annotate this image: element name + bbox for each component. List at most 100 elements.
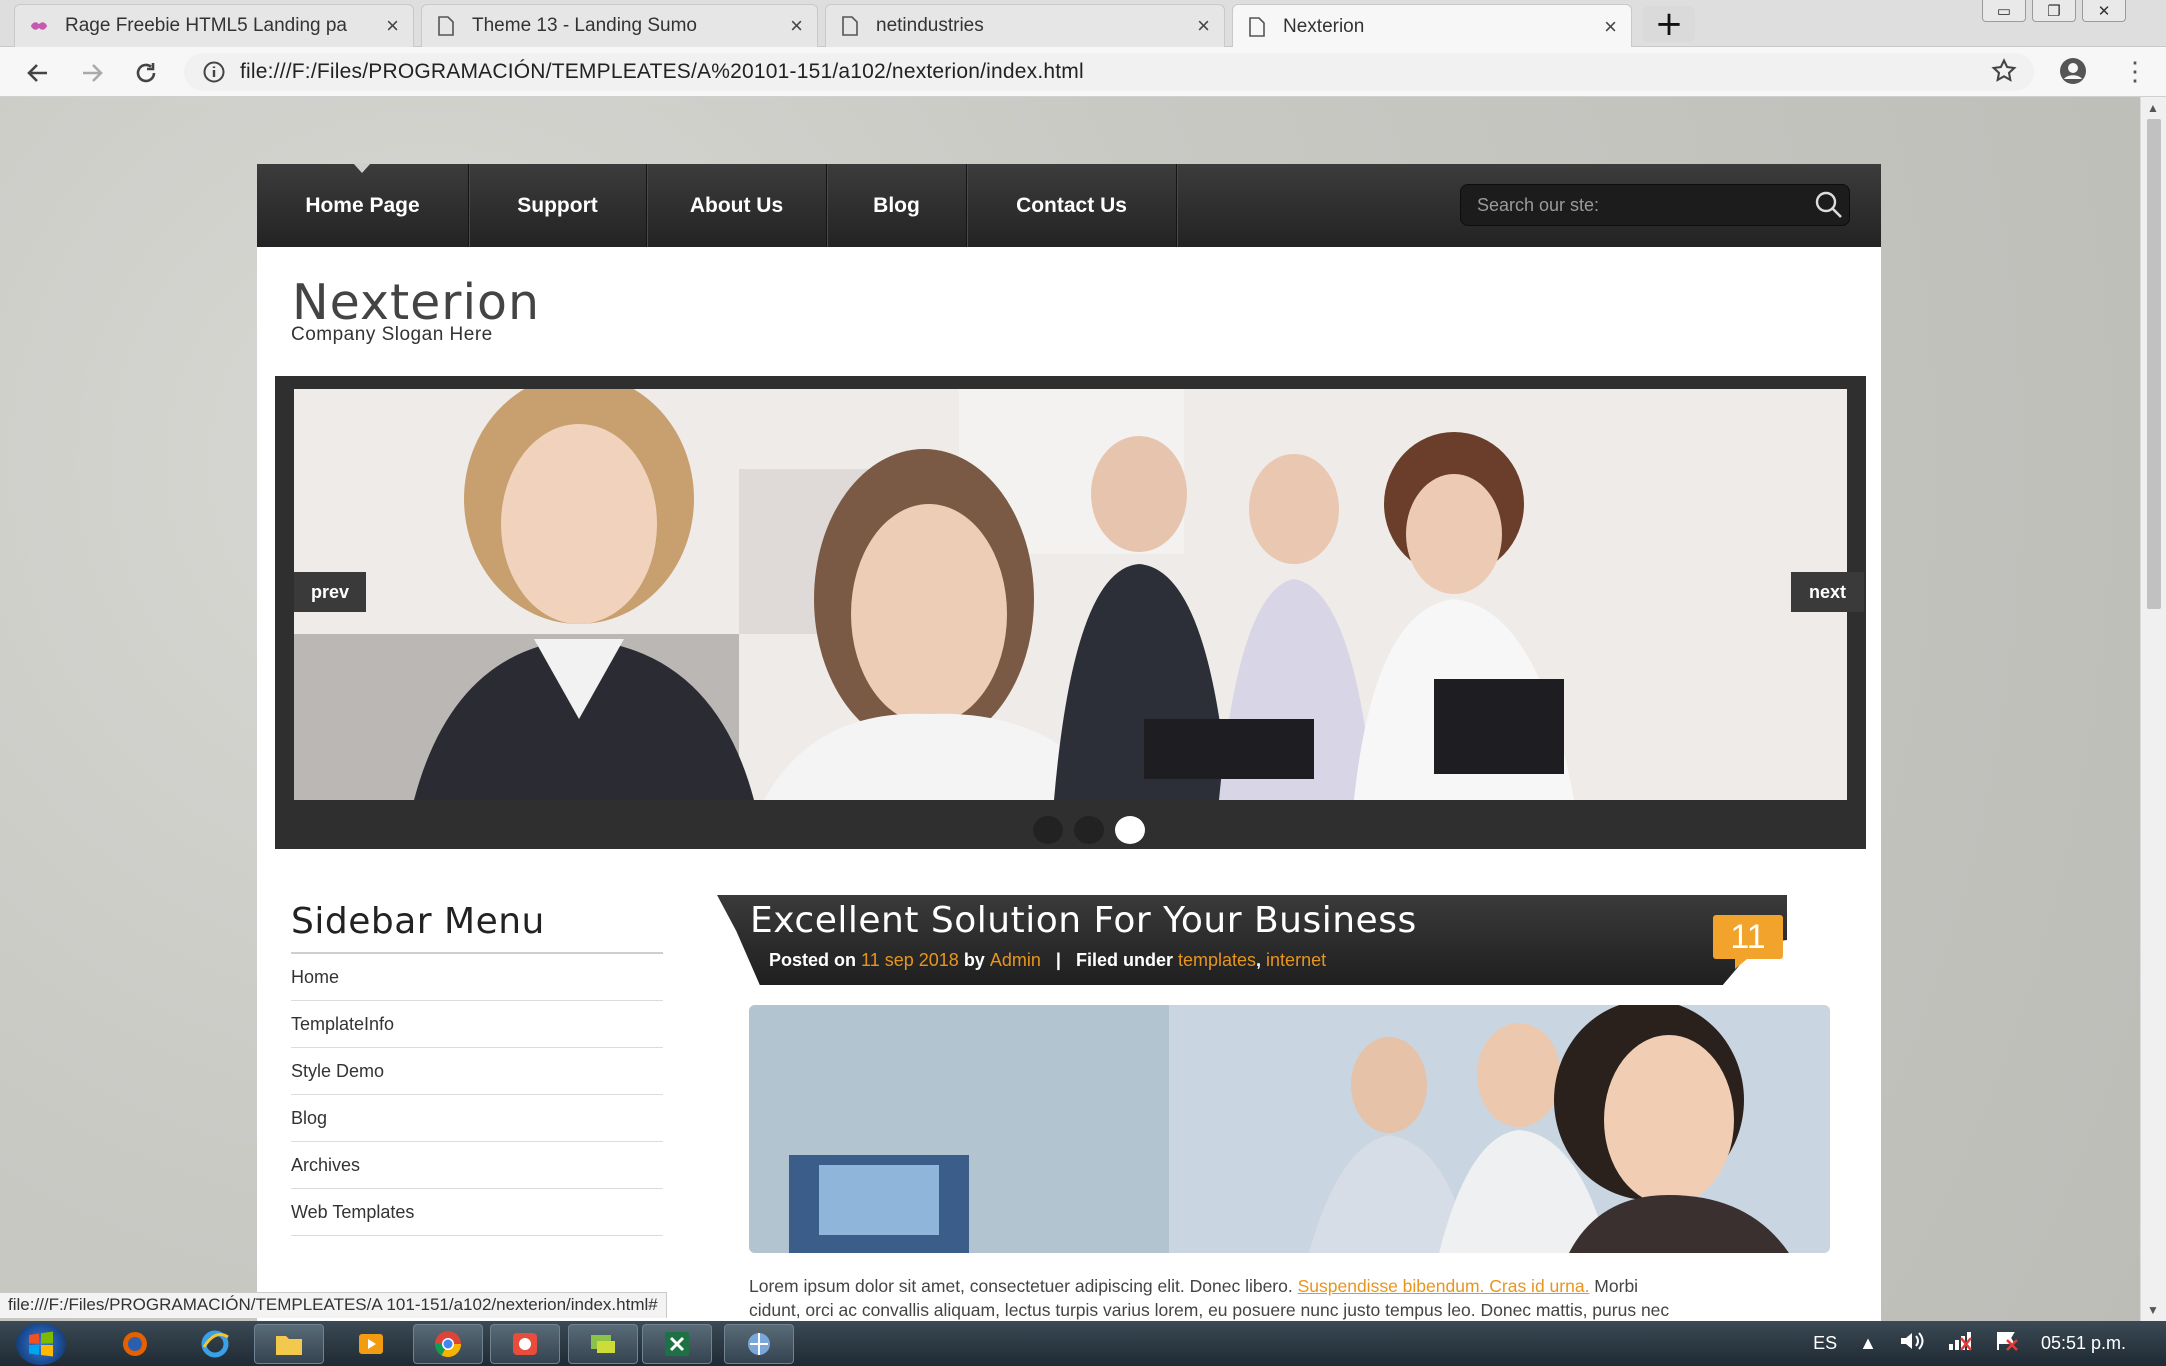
post-body-line: Lorem ipsum dolor sit amet, consectetuer… [749,1274,1839,1298]
scroll-up-icon[interactable]: ▲ [2147,101,2159,115]
windows-taskbar: ES ▲ 05:51 p.m. [0,1321,2166,1366]
post-excerpt: Lorem ipsum dolor sit amet, consectetuer… [749,1274,1839,1321]
tab-title: Rage Freebie HTML5 Landing pa [65,15,348,36]
minimize-button[interactable]: ▭ [1982,0,2026,22]
taskbar-excel-icon[interactable] [642,1324,712,1364]
network-signal-icon[interactable] [1947,1330,1973,1357]
status-url-bubble: file:///F:/Files/PROGRAMACIÓN/TEMPLEATES… [0,1292,667,1318]
comment-count-badge[interactable]: 11 [1713,915,1783,969]
bookmark-star-icon[interactable] [1990,57,2018,90]
forward-arrow-icon [83,64,103,82]
category-link[interactable]: internet [1266,950,1326,970]
slider-prev-button[interactable]: prev [294,572,366,612]
system-clock[interactable]: 05:51 p.m. [2041,1333,2126,1354]
start-button[interactable] [16,1323,66,1365]
image-slider: prev next [275,376,1866,849]
category-comma: , [1256,950,1267,970]
post-meta: Posted on 11 sep 2018 by Admin | Filed u… [769,950,1326,971]
page-viewport: Home Page Support About Us Blog Contact … [0,97,2140,1321]
url-field[interactable]: file:///F:/Files/PROGRAMACIÓN/TEMPLEATES… [184,53,2034,91]
back-button[interactable] [20,55,56,91]
site-container: Home Page Support About Us Blog Contact … [257,163,1881,1321]
page-icon [840,15,860,37]
post-header: Excellent Solution For Your Business Pos… [717,895,1787,985]
info-icon[interactable] [202,60,226,84]
slide-photo-business-team [294,389,1847,800]
tray-expand-icon[interactable]: ▲ [1859,1333,1877,1354]
tab-title: Nexterion [1283,15,1365,37]
language-indicator[interactable]: ES [1813,1333,1837,1354]
nav-support[interactable]: Support [469,164,647,247]
meta-separator: | [1045,950,1071,970]
site-brand-logo[interactable]: Nexterion [292,274,540,331]
nav-blog[interactable]: Blog [827,164,967,247]
new-tab-button[interactable]: + [1643,4,1695,44]
taskbar-messenger-icon[interactable] [568,1324,638,1364]
nav-home-page[interactable]: Home Page [257,164,469,247]
browser-tab-bar: Rage Freebie HTML5 Landing pa × Theme 13… [0,0,2166,48]
page-scrollbar[interactable]: ▲ ▼ [2140,97,2166,1321]
site-slogan: Company Slogan Here [291,324,493,345]
close-window-button[interactable]: ✕ [2082,0,2126,22]
post-featured-image [749,1005,1830,1253]
scrollbar-thumb[interactable] [2147,119,2161,609]
sidebar-item-home[interactable]: Home [291,954,663,1001]
window-controls: ▭ ❐ ✕ [1982,0,2126,22]
browser-menu-icon[interactable]: ⋮ [2122,56,2148,87]
back-arrow-icon [27,64,47,82]
browser-tab[interactable]: netindustries × [825,4,1225,47]
slider-dot[interactable] [1074,816,1104,844]
nav-contact-us[interactable]: Contact Us [967,164,1177,247]
address-bar: file:///F:/Files/PROGRAMACIÓN/TEMPLEATES… [0,47,2166,97]
page-icon [436,15,456,37]
posted-on-label: Posted on [769,950,857,970]
search-icon[interactable] [1809,190,1849,220]
taskbar-firefox-icon[interactable] [100,1324,170,1364]
slider-dot-active[interactable] [1115,816,1145,844]
search-placeholder: Search our ste: [1477,194,1600,215]
browser-tab-active[interactable]: Nexterion × [1232,4,1632,48]
slider-next-button[interactable]: next [1791,572,1864,612]
action-center-flag-icon[interactable] [1995,1330,2019,1357]
by-label: by [963,950,985,970]
forward-button[interactable] [74,55,110,91]
close-tab-icon[interactable]: × [386,13,399,39]
account-icon[interactable] [2058,56,2088,91]
sidebar: Sidebar Menu Home TemplateInfo Style Dem… [291,901,663,1236]
post-date-link[interactable]: 11 sep 2018 [861,950,959,970]
category-link[interactable]: templates [1178,950,1256,970]
sidebar-title: Sidebar Menu [291,901,663,954]
system-tray: ES ▲ 05:51 p.m. [1813,1321,2166,1366]
sidebar-item-web-templates[interactable]: Web Templates [291,1189,663,1236]
volume-icon[interactable] [1899,1330,1925,1357]
post-body-link[interactable]: Suspendisse bibendum. Cras id urna. [1298,1276,1590,1296]
taskbar-recorder-icon[interactable] [490,1324,560,1364]
scroll-down-icon[interactable]: ▼ [2147,1303,2159,1317]
taskbar-explorer-icon[interactable] [254,1324,324,1364]
browser-tab[interactable]: Theme 13 - Landing Sumo × [421,4,818,47]
browser-tab[interactable]: Rage Freebie HTML5 Landing pa × [14,4,414,47]
site-search-field[interactable]: Search our ste: [1460,184,1850,226]
tab-title: netindustries [876,15,984,36]
close-tab-icon[interactable]: × [1197,13,1210,39]
sidebar-item-archives[interactable]: Archives [291,1142,663,1189]
sidebar-item-templateinfo[interactable]: TemplateInfo [291,1001,663,1048]
post-title[interactable]: Excellent Solution For Your Business [750,900,1417,941]
taskbar-media-player-icon[interactable] [336,1324,406,1364]
page-icon [1247,16,1267,38]
nav-about-us[interactable]: About Us [647,164,827,247]
reload-icon [136,63,156,83]
close-tab-icon[interactable]: × [1604,14,1617,40]
taskbar-chrome-icon[interactable] [413,1324,483,1364]
restore-button[interactable]: ❐ [2032,0,2076,22]
filed-under-label: Filed under [1075,950,1173,970]
taskbar-ie-icon[interactable] [180,1324,250,1364]
url-text: file:///F:/Files/PROGRAMACIÓN/TEMPLEATES… [240,60,1084,83]
sidebar-item-blog[interactable]: Blog [291,1095,663,1142]
taskbar-network-icon[interactable] [724,1324,794,1364]
slider-dot[interactable] [1033,816,1063,844]
sidebar-item-style-demo[interactable]: Style Demo [291,1048,663,1095]
close-tab-icon[interactable]: × [790,13,803,39]
post-author-link[interactable]: Admin [990,950,1041,970]
reload-button[interactable] [128,55,164,91]
